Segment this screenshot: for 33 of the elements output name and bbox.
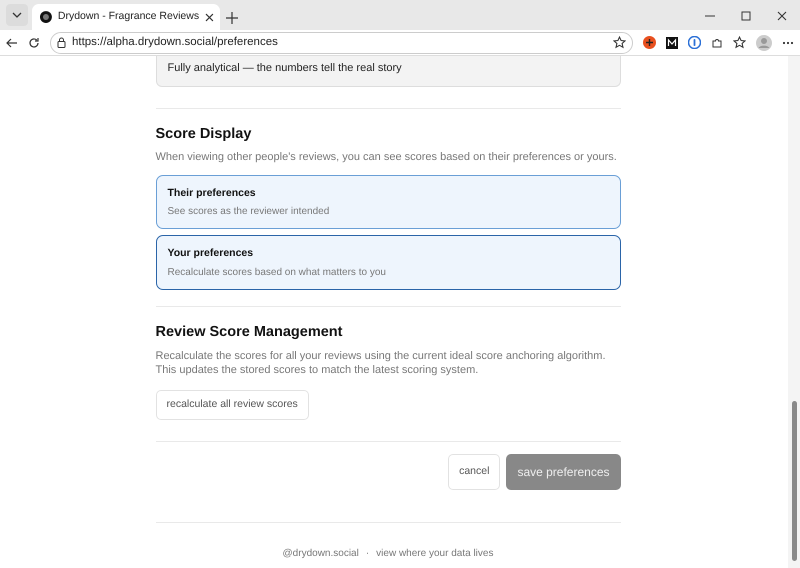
address-bar[interactable]: https://alpha.drydown.social/preferences <box>50 32 633 54</box>
lock-icon <box>57 37 66 48</box>
footer-separator: · <box>366 547 370 562</box>
section-description: When viewing other people's reviews, you can see scores based on their preferences or yours. <box>156 150 618 165</box>
minimize-icon[interactable] <box>705 15 715 17</box>
cancel-button[interactable]: cancel <box>448 454 500 490</box>
tab-title: Drydown - Fragrance Reviews <box>58 9 200 24</box>
more-icon[interactable] <box>782 40 794 44</box>
browser-tab[interactable]: Drydown - Fragrance Reviews <box>32 4 220 30</box>
scrollbar[interactable] <box>788 56 800 568</box>
favorites-icon[interactable] <box>733 36 746 49</box>
section-description: Recalculate the scores for all your reviews using the current ideal score anchoring algorithm. This updates the stored scores to match the latest scoring system. <box>156 348 606 378</box>
recalculate-button[interactable]: recalculate all review scores <box>156 390 309 420</box>
footer-link[interactable]: view where your data lives <box>376 546 494 562</box>
tab-list-button[interactable] <box>6 4 28 26</box>
star-icon[interactable] <box>613 36 626 49</box>
section-heading: Review Score Management <box>156 324 344 342</box>
option-card[interactable]: Your preferences Recalculate scores based on what matters to you <box>156 235 620 290</box>
extension-icon[interactable] <box>666 36 678 48</box>
reload-icon[interactable] <box>28 36 40 48</box>
site-logo-icon <box>40 11 52 23</box>
option-card[interactable]: Fully analytical — the numbers tell the real story <box>156 56 620 86</box>
chevron-down-icon <box>12 12 22 18</box>
footer-handle[interactable]: @drydown.social <box>282 546 359 562</box>
close-icon[interactable] <box>205 12 214 22</box>
extension-icon[interactable] <box>643 36 656 49</box>
option-card[interactable]: Their preferences See scores as the reviewer intended <box>156 174 620 230</box>
new-tab-icon[interactable] <box>226 12 238 24</box>
section-heading: Score Display <box>156 126 252 143</box>
profile-avatar-icon[interactable] <box>756 34 772 50</box>
close-icon[interactable] <box>777 11 787 21</box>
back-arrow-icon[interactable] <box>6 36 18 48</box>
maximize-icon[interactable] <box>741 11 751 21</box>
